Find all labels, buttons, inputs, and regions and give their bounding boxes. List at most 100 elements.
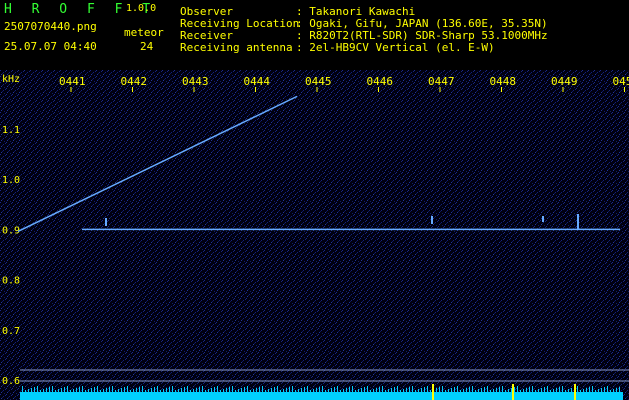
spectrogram: 0441 0442 0443 0444 0445 0446 0447 0448 0449 0450… (0, 70, 629, 400)
level-spike (571, 388, 572, 392)
y-tick-label: 1.1 (2, 125, 20, 136)
level-spike (475, 390, 476, 392)
level-spike (442, 386, 443, 392)
timestamp: 25.07.07 04:40 (4, 40, 97, 53)
level-spike (133, 389, 134, 392)
level-spike (79, 387, 80, 392)
level-spike (415, 390, 416, 392)
level-spike (274, 387, 275, 392)
level-spike (277, 386, 278, 392)
level-spike (331, 388, 332, 392)
level-spike (259, 387, 260, 392)
level-spike (556, 388, 557, 392)
level-spike (520, 390, 521, 392)
level-spike (568, 389, 569, 392)
level-spike (535, 390, 536, 392)
level-spike (493, 389, 494, 392)
level-spike (457, 386, 458, 392)
x-tick-label: 0445 (305, 75, 332, 88)
level-spike (115, 390, 116, 392)
level-spike (106, 388, 107, 392)
level-spike (64, 387, 65, 392)
level-spike (580, 390, 581, 392)
level-spike (22, 386, 23, 392)
level-spike (235, 390, 236, 392)
level-spike (109, 387, 110, 392)
level-spike (253, 389, 254, 392)
y-tick-label: 0.8 (2, 276, 20, 287)
level-spike (541, 388, 542, 392)
level-spike (388, 389, 389, 392)
level-spike (217, 386, 218, 392)
level-spike (376, 388, 377, 392)
level-spike (151, 388, 152, 392)
y-tick-label: 0.6 (2, 376, 20, 387)
level-spike (94, 387, 95, 392)
level-spike (271, 388, 272, 392)
level-spike (169, 387, 170, 392)
level-spike (403, 389, 404, 392)
level-spike (565, 390, 566, 392)
level-spike (316, 388, 317, 392)
level-spike (367, 386, 368, 392)
x-tick-label: 0446 (367, 75, 394, 88)
level-spike (124, 387, 125, 392)
level-spike (55, 390, 56, 392)
level-spike (103, 389, 104, 392)
level-spike (547, 386, 548, 392)
level-spike (607, 386, 608, 392)
meteor-count: 24 (140, 40, 154, 53)
level-spike (43, 389, 44, 392)
level-spike (385, 390, 386, 392)
x-tick-label: 0449 (551, 75, 578, 88)
level-spike (97, 386, 98, 392)
level-spike (532, 386, 533, 392)
level-spike (361, 388, 362, 392)
meteor-label: meteor (124, 26, 164, 39)
level-spike (49, 387, 50, 392)
level-spike (406, 388, 407, 392)
level-spike (325, 390, 326, 392)
level-spike (40, 390, 41, 392)
x-tick-label: 0443 (182, 75, 209, 88)
level-spike (250, 390, 251, 392)
level-spike (178, 389, 179, 392)
level-spike (166, 388, 167, 392)
level-spike (319, 387, 320, 392)
level-spike (382, 386, 383, 392)
level-spike (604, 387, 605, 392)
level-spike (208, 389, 209, 392)
level-spike (391, 388, 392, 392)
y-tick-label: 0.7 (2, 326, 20, 337)
level-spike (232, 386, 233, 392)
level-spike (337, 386, 338, 392)
level-spike (358, 389, 359, 392)
level-spike (313, 389, 314, 392)
level-spike (562, 386, 563, 392)
level-spike (559, 387, 560, 392)
level-spike (334, 387, 335, 392)
level-spike (67, 386, 68, 392)
level-spike (85, 390, 86, 392)
level-spike (187, 386, 188, 392)
level-spike (394, 387, 395, 392)
level-spike (460, 390, 461, 392)
level-spike (226, 388, 227, 392)
level-spike (505, 390, 506, 392)
app-version: 1.0.0 (126, 3, 157, 14)
noise-background (0, 70, 629, 400)
level-spike (130, 390, 131, 392)
file-name: 2507070440.png (4, 20, 97, 33)
level-spike (481, 388, 482, 392)
level-spike (262, 386, 263, 392)
level-spike (454, 387, 455, 392)
level-spike (289, 387, 290, 392)
level-spike (304, 387, 305, 392)
level-spike (154, 387, 155, 392)
level-spike (511, 388, 512, 392)
level-spike (370, 390, 371, 392)
level-spike (28, 389, 29, 392)
level-spike (163, 389, 164, 392)
level-spike (343, 389, 344, 392)
level-bar (20, 392, 623, 400)
